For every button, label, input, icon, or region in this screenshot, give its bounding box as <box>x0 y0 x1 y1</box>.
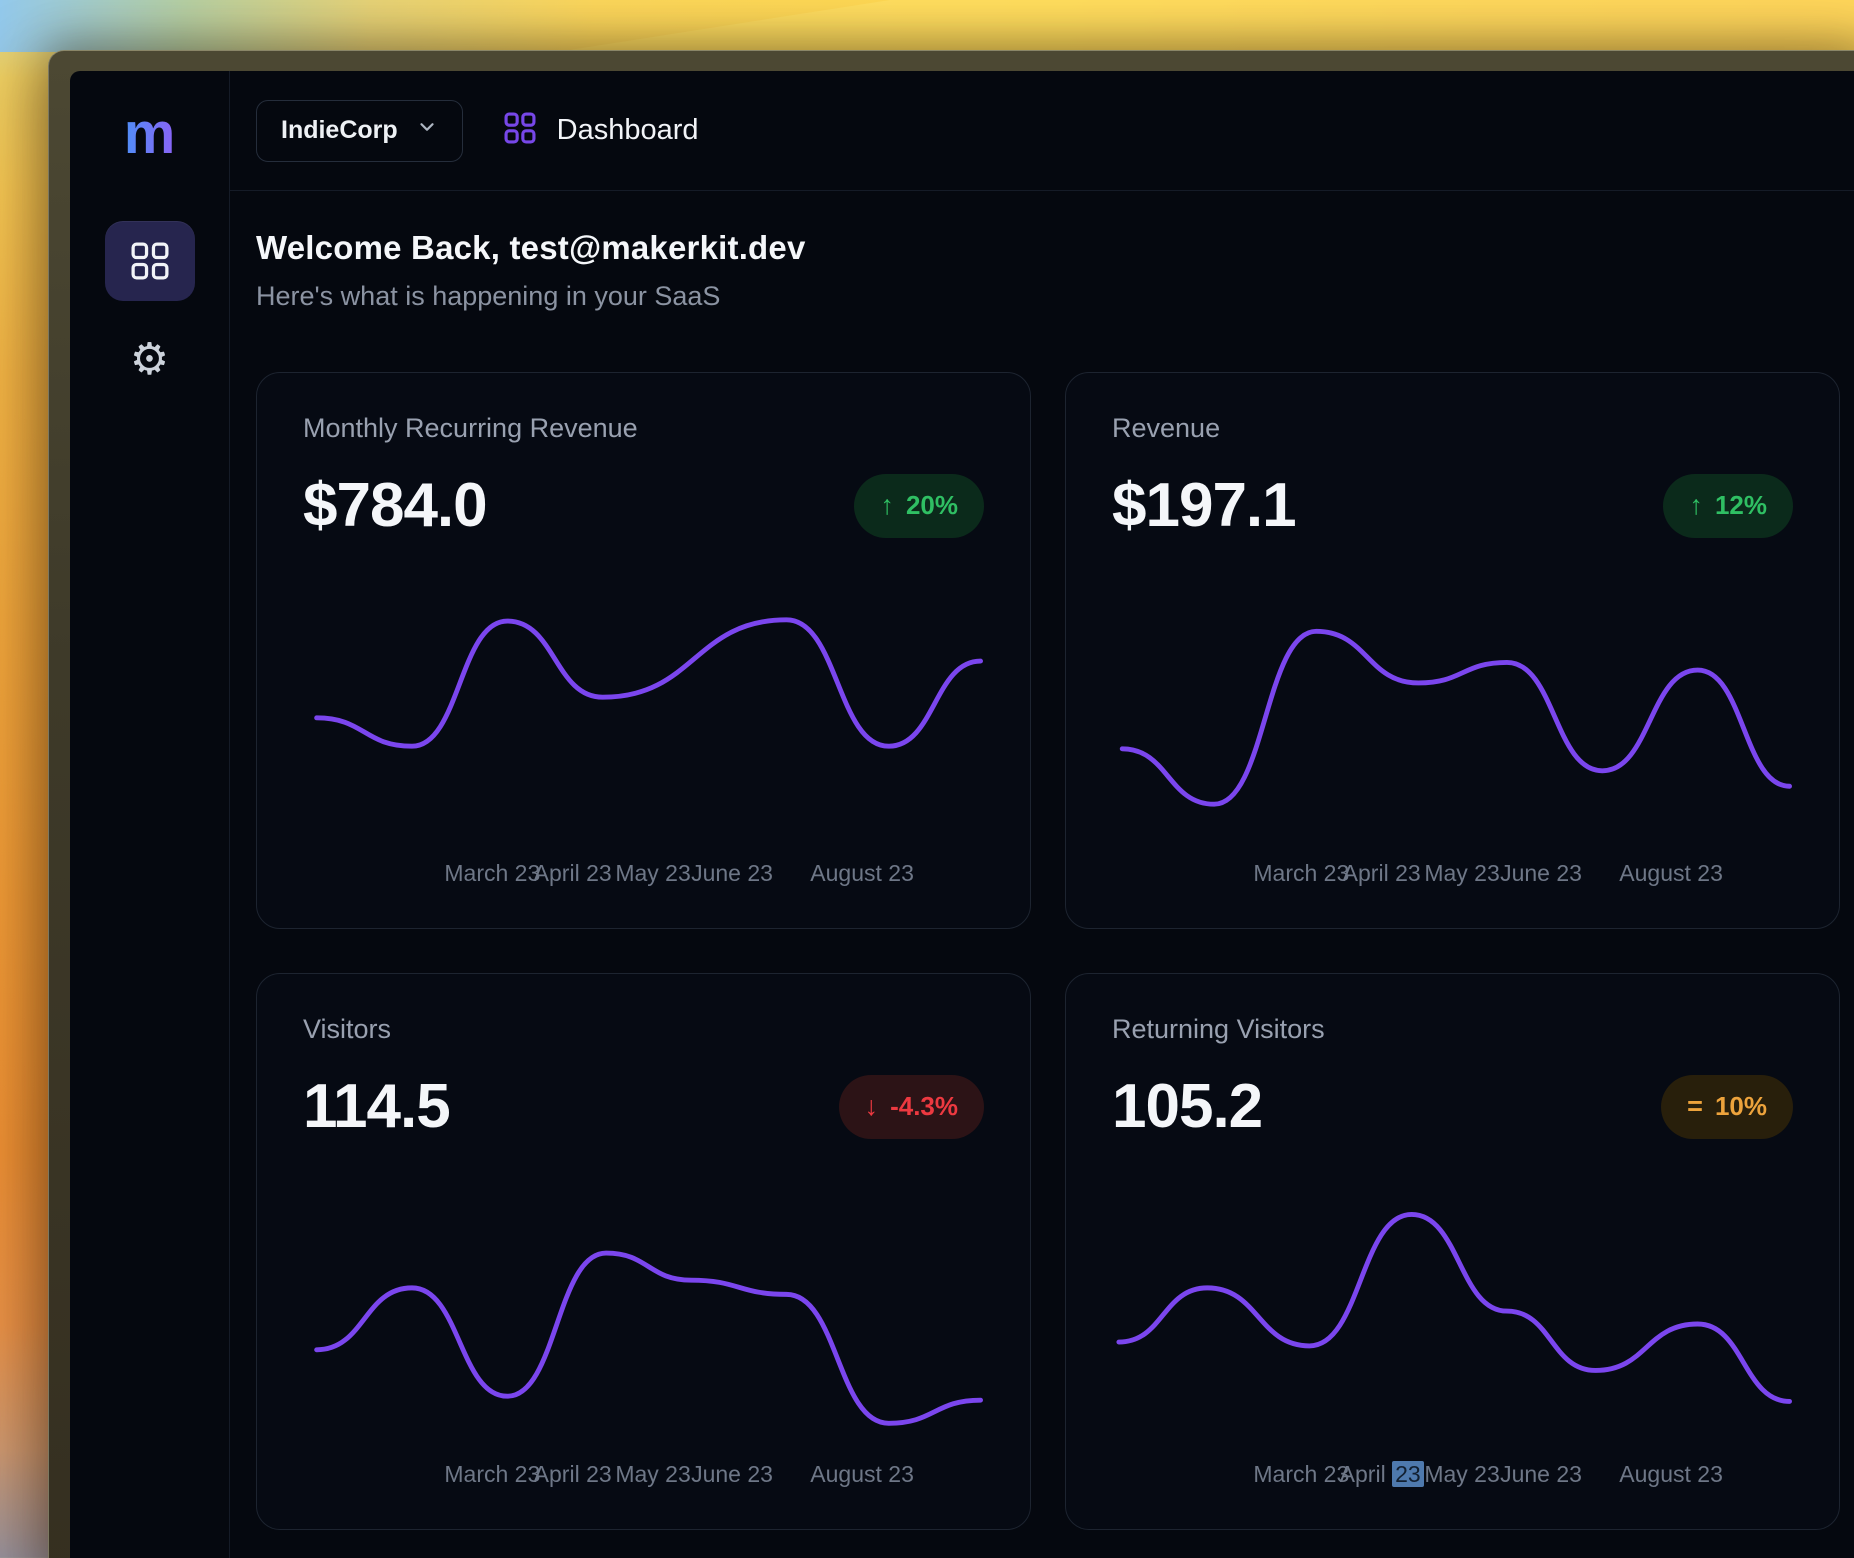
grid-icon <box>127 238 173 284</box>
x-axis-label: August 23 <box>1619 860 1723 887</box>
metric-row: $197.1 ↑ 12% <box>1112 470 1793 541</box>
selected-text: 23 <box>1392 1461 1424 1487</box>
metric-cards-grid: Monthly Recurring Revenue $784.0 ↑ 20% M… <box>256 372 1852 1530</box>
x-axis-label: April 23 <box>534 860 612 887</box>
trend-badge: ↓ -4.3% <box>839 1075 984 1139</box>
card-revenue: Revenue $197.1 ↑ 12% March 23April 23May… <box>1065 372 1840 929</box>
chevron-down-icon <box>416 116 438 145</box>
x-axis-label: June 23 <box>691 1461 773 1488</box>
x-axis-label: May 23 <box>1424 860 1499 887</box>
org-switcher-label: IndieCorp <box>281 116 398 145</box>
x-axis-label: May 23 <box>1424 1461 1499 1488</box>
metric-row: 114.5 ↓ -4.3% <box>303 1071 984 1142</box>
trend-equals-icon: = <box>1687 1091 1703 1122</box>
trend-value: 10% <box>1715 1091 1767 1122</box>
dashboard-grid-icon <box>501 109 539 152</box>
trend-arrow-icon: ↑ <box>880 490 894 521</box>
welcome-subheading: Here's what is happening in your SaaS <box>256 281 1852 312</box>
card-returning-visitors: Returning Visitors 105.2 = 10% March 23A… <box>1065 973 1840 1530</box>
x-axis-label: August 23 <box>810 860 914 887</box>
welcome-heading: Welcome Back, test@makerkit.dev <box>256 229 1852 267</box>
trend-badge: ↑ 20% <box>854 474 984 538</box>
top-bar: IndieCorp Dashboard <box>230 71 1854 191</box>
card-title: Returning Visitors <box>1112 1014 1793 1045</box>
x-axis-label: August 23 <box>810 1461 914 1488</box>
x-axis-label: March 23 <box>1253 1461 1349 1488</box>
x-axis-label: August 23 <box>1619 1461 1723 1488</box>
x-axis-label: June 23 <box>1500 860 1582 887</box>
x-axis: March 23April 23May 23June 23 August 23 <box>303 1461 984 1493</box>
gear-icon: ⚙ <box>130 338 169 382</box>
metric-value: $197.1 <box>1112 470 1296 541</box>
card-title: Revenue <box>1112 413 1793 444</box>
card-title: Monthly Recurring Revenue <box>303 413 984 444</box>
welcome-section: Welcome Back, test@makerkit.dev Here's w… <box>230 191 1854 312</box>
metric-row: $784.0 ↑ 20% <box>303 470 984 541</box>
card-visitors: Visitors 114.5 ↓ -4.3% March 23April 23M… <box>256 973 1031 1530</box>
sidebar-nav: ⚙ <box>105 221 195 389</box>
trend-badge: ↑ 12% <box>1663 474 1793 538</box>
sidebar: m ⚙ <box>70 71 230 1558</box>
metric-row: 105.2 = 10% <box>1112 1071 1793 1142</box>
x-axis-label: April 23 <box>1343 860 1421 887</box>
trend-badge: = 10% <box>1661 1075 1793 1139</box>
sidebar-item-settings[interactable]: ⚙ <box>105 331 195 389</box>
card-monthly-recurring-revenue: Monthly Recurring Revenue $784.0 ↑ 20% M… <box>256 372 1031 929</box>
x-axis-label: May 23 <box>615 860 690 887</box>
x-axis-label: March 23 <box>444 1461 540 1488</box>
trend-arrow-icon: ↑ <box>1689 490 1703 521</box>
x-axis: March 23April 23May 23June 23 August 23 <box>1112 860 1793 892</box>
trend-arrow-icon: ↓ <box>865 1091 879 1122</box>
x-axis-label: March 23 <box>444 860 540 887</box>
dashboard-app: m ⚙ IndieCorp <box>70 71 1854 1558</box>
sidebar-item-dashboard[interactable] <box>105 221 195 301</box>
page-title-group: Dashboard <box>501 109 699 152</box>
main-area: IndieCorp Dashboard <box>230 71 1854 1558</box>
x-axis: March 23April 23May 23June 23 August 23 <box>1112 1461 1793 1493</box>
x-axis-label: March 23 <box>1253 860 1349 887</box>
x-axis-label: May 23 <box>615 1461 690 1488</box>
metric-value: 114.5 <box>303 1071 450 1142</box>
desktop-wallpaper-top <box>0 0 1854 52</box>
trend-value: -4.3% <box>890 1091 958 1122</box>
x-axis-label: April 23 <box>1340 1461 1424 1488</box>
x-axis: March 23April 23May 23June 23 August 23 <box>303 860 984 892</box>
x-axis-label: June 23 <box>691 860 773 887</box>
returning-visitors-chart: March 23April 23May 23June 23 August 23 <box>1112 1195 1793 1493</box>
x-axis-label: April 23 <box>534 1461 612 1488</box>
mrr-chart: March 23April 23May 23June 23 August 23 <box>303 594 984 892</box>
metric-value: 105.2 <box>1112 1071 1262 1142</box>
app-window: m ⚙ IndieCorp <box>48 50 1854 1558</box>
metric-value: $784.0 <box>303 470 487 541</box>
revenue-chart: March 23April 23May 23June 23 August 23 <box>1112 594 1793 892</box>
trend-value: 20% <box>906 490 958 521</box>
visitors-chart: March 23April 23May 23June 23 August 23 <box>303 1195 984 1493</box>
card-title: Visitors <box>303 1014 984 1045</box>
x-axis-label: June 23 <box>1500 1461 1582 1488</box>
makerkit-logo: m <box>124 105 176 163</box>
org-switcher-button[interactable]: IndieCorp <box>256 100 463 162</box>
trend-value: 12% <box>1715 490 1767 521</box>
page-title: Dashboard <box>557 114 699 147</box>
